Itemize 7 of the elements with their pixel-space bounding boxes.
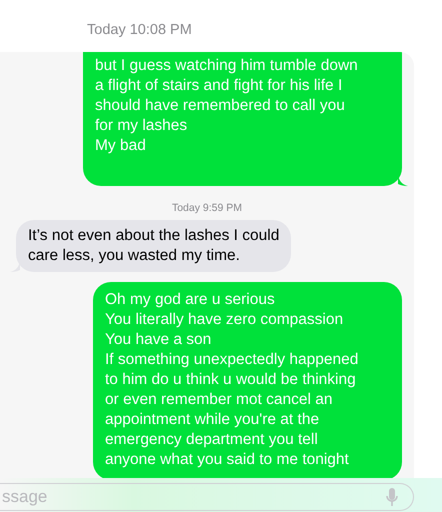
microphone-icon[interactable] (386, 487, 398, 507)
sent-message-bubble: Oh my god are u serious You literally have zero compassion You have a son If something unexpectedly happened to him do u think u would be thinking or even remember mot cancel an appointment while you're at the emergency department you tell anyone what you said to me tonight (93, 282, 402, 478)
received-message-bubble: It’s not even about the lashes I could care less, you wasted my time. (16, 220, 292, 272)
message-input-field[interactable]: ssage (0, 483, 414, 511)
sent-message-bubble: but I guess watching him tumble down a flight of stairs and fight for his life I should have remembered to call you for my lashes My bad (83, 52, 402, 186)
timestamp: Today 9:59 PM (172, 202, 242, 214)
timestamp: Today 10:08 PM (87, 22, 192, 38)
